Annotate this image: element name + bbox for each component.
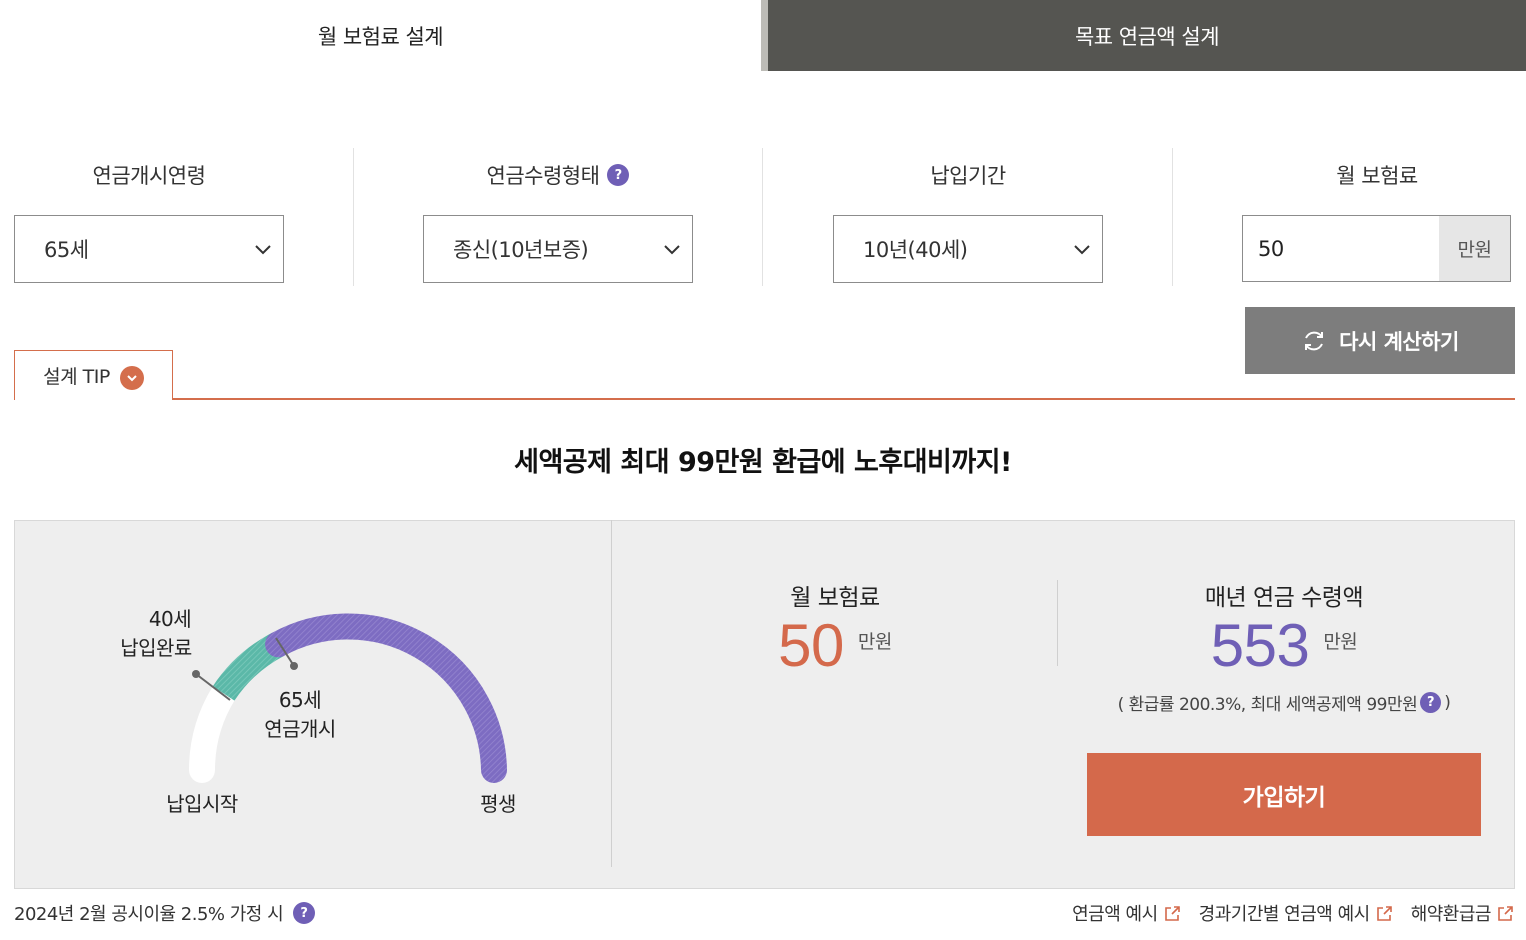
start-age-select[interactable]: 65세 bbox=[14, 215, 284, 283]
monthly-premium-label: 월 보험료 bbox=[1242, 160, 1512, 190]
pay-period-label-text: 납입기간 bbox=[930, 164, 1006, 188]
join-button[interactable]: 가입하기 bbox=[1087, 753, 1481, 836]
pay-start-label: 납입시작 bbox=[166, 792, 238, 816]
premium-result: 월 보험료 50 만원 bbox=[735, 578, 935, 676]
headline: 세액공제 최대 99만원 환급에 노후대비까지! bbox=[514, 447, 1012, 478]
annual-annuity-unit: 만원 bbox=[1323, 631, 1358, 653]
rate-assumption-text: 2024년 2월 공시이율 2.5% 가정 시 bbox=[14, 904, 284, 925]
payout-type-label: 연금수령형태 ? bbox=[423, 160, 693, 190]
payout-type-value: 종신(10년보증) bbox=[453, 238, 589, 262]
field-divider bbox=[762, 148, 763, 286]
tab-target-annuity-design[interactable]: 목표 연금액 설계 bbox=[761, 0, 1526, 71]
annual-annuity-result: 매년 연금 수령액 553 만원 bbox=[1134, 578, 1434, 676]
start-age-value: 65세 bbox=[44, 238, 89, 262]
premium-result-title: 월 보험료 bbox=[790, 585, 880, 611]
design-tip-toggle[interactable]: 설계 TIP bbox=[14, 350, 173, 400]
monthly-premium-label-text: 월 보험료 bbox=[1336, 164, 1418, 188]
monthly-premium-value[interactable]: 50 bbox=[1258, 216, 1284, 281]
monthly-premium-input[interactable]: 50 만원 bbox=[1242, 215, 1511, 282]
annuity-start-age: 65세 bbox=[278, 688, 322, 712]
surrender-value-label: 해약환급금 bbox=[1410, 904, 1492, 925]
annuity-example-label: 연금액 예시 bbox=[1072, 904, 1158, 925]
gauge-segment-start bbox=[188, 680, 237, 783]
external-link-icon bbox=[1376, 905, 1392, 921]
tab-monthly-premium-design[interactable]: 월 보험료 설계 bbox=[0, 0, 761, 71]
refund-ratio-close: ) bbox=[1444, 692, 1451, 713]
field-divider bbox=[1172, 148, 1173, 286]
result-divider bbox=[1057, 580, 1058, 666]
field-divider bbox=[353, 148, 354, 286]
payout-type-label-text: 연금수령형태 bbox=[486, 164, 600, 188]
help-icon[interactable]: ? bbox=[293, 902, 316, 924]
annuity-start-text: 연금개시 bbox=[264, 717, 336, 741]
pay-end-age: 40세 bbox=[148, 607, 192, 631]
design-tabs: 월 보험료 설계 목표 연금액 설계 bbox=[0, 0, 1526, 71]
design-tip-label: 설계 TIP bbox=[43, 366, 110, 388]
payout-type-select[interactable]: 종신(10년보증) bbox=[423, 215, 693, 283]
recalculate-button[interactable]: 다시 계산하기 bbox=[1245, 307, 1515, 374]
start-age-label-text: 연금개시연령 bbox=[92, 164, 206, 188]
tip-divider bbox=[14, 398, 1515, 400]
pay-period-select[interactable]: 10년(40세) bbox=[833, 215, 1103, 283]
pay-end-text: 납입완료 bbox=[120, 636, 192, 660]
pay-period-value: 10년(40세) bbox=[863, 238, 968, 262]
period-annuity-example-link[interactable]: 경과기간별 연금액 예시 bbox=[1199, 900, 1393, 926]
refresh-icon bbox=[1305, 331, 1324, 350]
premium-result-unit: 만원 bbox=[857, 631, 892, 653]
annual-annuity-value: 553 bbox=[1210, 612, 1310, 679]
chevron-down-icon bbox=[255, 245, 271, 255]
pay-period-label: 납입기간 bbox=[833, 160, 1103, 190]
pay-end-label: 40세 납입완료 bbox=[96, 605, 216, 663]
annual-annuity-title: 매년 연금 수령액 bbox=[1204, 585, 1364, 611]
chevron-down-circle-icon bbox=[119, 365, 144, 390]
panel-divider bbox=[611, 520, 612, 867]
external-link-icon bbox=[1498, 905, 1513, 921]
premium-result-value: 50 bbox=[778, 612, 844, 679]
chevron-down-icon bbox=[664, 245, 680, 255]
refund-ratio-text: ( 환급률 200.3%, 최대 세액공제액 99만원 bbox=[1117, 695, 1418, 715]
recalculate-label: 다시 계산하기 bbox=[1339, 329, 1459, 354]
start-age-label: 연금개시연령 bbox=[14, 160, 284, 190]
annuity-start-label: 65세 연금개시 bbox=[250, 686, 350, 744]
chevron-down-icon bbox=[1074, 245, 1090, 255]
external-link-icon bbox=[1164, 905, 1180, 921]
refund-ratio-note: ( 환급률 200.3%, 최대 세액공제액 99만원 ? ) bbox=[1087, 690, 1481, 715]
footer-links: 연금액 예시 경과기간별 연금액 예시 해약환급금 bbox=[1072, 900, 1514, 926]
monthly-premium-unit: 만원 bbox=[1439, 216, 1510, 281]
period-annuity-example-label: 경과기간별 연금액 예시 bbox=[1198, 904, 1371, 925]
rate-assumption-note: 2024년 2월 공시이율 2.5% 가정 시 ? bbox=[14, 900, 316, 926]
lifetime-label: 평생 bbox=[480, 792, 516, 816]
annuity-example-link[interactable]: 연금액 예시 bbox=[1072, 900, 1181, 926]
help-icon[interactable]: ? bbox=[607, 164, 630, 186]
surrender-value-link[interactable]: 해약환급금 bbox=[1411, 900, 1514, 926]
help-icon[interactable]: ? bbox=[1420, 692, 1442, 713]
